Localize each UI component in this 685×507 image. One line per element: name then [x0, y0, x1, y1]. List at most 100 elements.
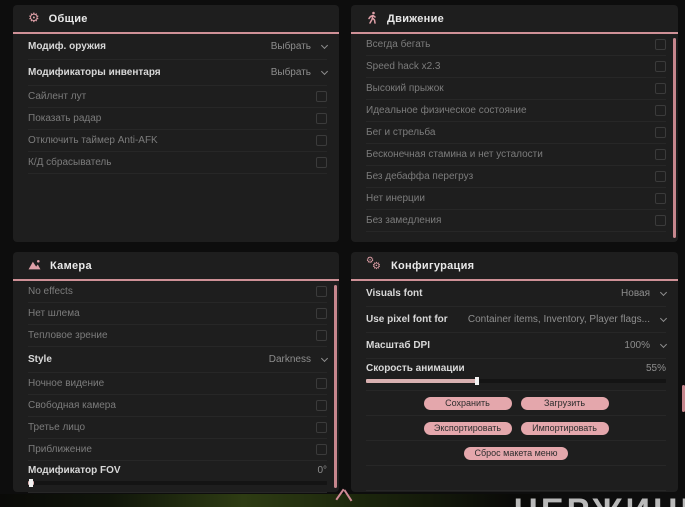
mod-menu-screen: ЧЕРЖИНЕ ⚙ Общие Модиф. оружия Выбрать Мо…: [0, 0, 685, 507]
checkbox-no-helmet[interactable]: [316, 308, 327, 319]
setting-row: Сайлент лут: [28, 86, 327, 108]
setting-label: Сайлент лут: [28, 91, 87, 102]
slider-handle[interactable]: [29, 479, 33, 487]
setting-label: Идеальное физическое состояние: [366, 105, 527, 116]
checkbox-silent-loot[interactable]: [316, 91, 327, 102]
dropdown-dpi-scale[interactable]: 100%: [624, 340, 668, 351]
checkbox-free-camera[interactable]: [316, 400, 327, 411]
chevron-down-icon: [659, 340, 668, 349]
load-button[interactable]: Загрузить: [520, 396, 609, 410]
setting-label: Высокий прыжок: [366, 83, 444, 94]
reset-menu-layout-button[interactable]: Сброс макета меню: [464, 446, 568, 460]
setting-row: Без замедления: [366, 210, 666, 232]
setting-row: Speed hack x2.3: [366, 56, 666, 78]
setting-row: Style Darkness: [28, 347, 329, 373]
checkbox-zoom[interactable]: [316, 444, 327, 455]
setting-label: Нет инерции: [366, 193, 425, 204]
panel-movement: Движение Всегда бегать Speed hack x2.3 В…: [351, 5, 678, 242]
setting-label: Модификаторы инвентаря: [28, 67, 161, 78]
chevron-down-icon: [320, 41, 329, 50]
setting-row: Тепловое зрение: [28, 325, 327, 347]
setting-row: Модификатор FOV 0°: [28, 461, 327, 493]
checkbox-speed-hack[interactable]: [655, 61, 666, 72]
slider-animation-speed[interactable]: [366, 377, 666, 385]
checkbox-high-jump[interactable]: [655, 83, 666, 94]
setting-label: Третье лицо: [28, 422, 86, 433]
setting-row: Скорость анимации 55%: [366, 359, 666, 391]
setting-label: Ночное видение: [28, 378, 105, 389]
gear-icon: ⚙: [28, 11, 40, 26]
dropdown-value: Darkness: [268, 354, 311, 365]
slider-handle[interactable]: [475, 377, 479, 385]
panel-config-header[interactable]: ⚙ ⚙ Конфигурация: [351, 252, 678, 281]
setting-label: Масштаб DPI: [366, 340, 430, 351]
chevron-down-icon: [320, 67, 329, 76]
chevron-down-icon: [659, 314, 668, 323]
setting-row: No effects: [28, 281, 327, 303]
setting-row: Нет инерции: [366, 188, 666, 210]
dropdown-value: Container items, Inventory, Player flags…: [467, 314, 650, 325]
checkbox-infinite-stamina[interactable]: [655, 149, 666, 160]
setting-label: Бесконечная стамина и нет усталости: [366, 149, 543, 160]
panel-config: ⚙ ⚙ Конфигурация Visuals font Новая Use …: [351, 252, 678, 492]
camera-scrollbar[interactable]: [334, 285, 337, 488]
panel-movement-rows: Всегда бегать Speed hack x2.3 Высокий пр…: [351, 34, 678, 232]
import-button[interactable]: Импортировать: [520, 421, 609, 435]
setting-label: Нет шлема: [28, 308, 80, 319]
checkbox-third-person[interactable]: [316, 422, 327, 433]
checkbox-night-vision[interactable]: [316, 378, 327, 389]
panel-general: ⚙ Общие Модиф. оружия Выбрать Модификато…: [13, 5, 339, 242]
setting-label: Style: [28, 354, 52, 365]
panel-title: Камера: [50, 259, 92, 272]
setting-row: Ночное видение: [28, 373, 327, 395]
setting-row: Высокий прыжок: [366, 78, 666, 100]
setting-row: Отключить таймер Anti-AFK: [28, 130, 327, 152]
game-background-strip: [0, 494, 540, 507]
button-row: Сброс макета меню: [366, 441, 666, 466]
setting-row: Показать радар: [28, 108, 327, 130]
checkbox-no-inertia[interactable]: [655, 193, 666, 204]
dropdown-inventory-mods[interactable]: Выбрать: [271, 67, 329, 78]
checkbox-run-and-shoot[interactable]: [655, 127, 666, 138]
checkbox-always-run[interactable]: [655, 39, 666, 50]
checkbox-no-slowdown[interactable]: [655, 215, 666, 226]
panel-config-rows: Visuals font Новая Use pixel font for Co…: [351, 281, 678, 491]
setting-label: Свободная камера: [28, 400, 116, 411]
checkbox-cooldown-resetter[interactable]: [316, 157, 327, 168]
setting-row: Третье лицо: [28, 417, 327, 439]
setting-label: Отключить таймер Anti-AFK: [28, 135, 158, 146]
dropdown-visuals-font[interactable]: Новая: [621, 288, 668, 299]
setting-row: Модификаторы инвентаря Выбрать: [28, 60, 329, 86]
setting-label: Без замедления: [366, 215, 442, 226]
checkbox-perfect-condition[interactable]: [655, 105, 666, 116]
setting-row: Без дебаффа перегруз: [366, 166, 666, 188]
save-button[interactable]: Сохранить: [423, 396, 512, 410]
checkbox-show-radar[interactable]: [316, 113, 327, 124]
gears-icon: ⚙ ⚙: [366, 256, 381, 272]
setting-label: Модиф. оружия: [28, 41, 106, 52]
setting-label: Бег и стрельба: [366, 127, 436, 138]
panel-general-header[interactable]: ⚙ Общие: [13, 5, 339, 34]
export-button[interactable]: Экспортировать: [423, 421, 512, 435]
dropdown-style[interactable]: Darkness: [268, 354, 329, 365]
setting-label: Use pixel font for: [366, 314, 448, 325]
panel-title: Движение: [387, 12, 445, 25]
setting-label: Без дебаффа перегруз: [366, 171, 474, 182]
panel-camera-header[interactable]: Камера: [13, 252, 339, 281]
setting-row: Модиф. оружия Выбрать: [28, 34, 329, 60]
setting-label: Visuals font: [366, 288, 423, 299]
setting-label: Показать радар: [28, 113, 102, 124]
slider-fill: [366, 379, 477, 383]
setting-label: Скорость анимации: [366, 363, 465, 374]
dropdown-weapon-mods[interactable]: Выбрать: [271, 41, 329, 52]
movement-scrollbar[interactable]: [673, 38, 676, 238]
checkbox-disable-antiafk-timer[interactable]: [316, 135, 327, 146]
checkbox-no-overload-debuff[interactable]: [655, 171, 666, 182]
slider-fov[interactable]: [28, 479, 327, 487]
setting-row: К/Д сбрасыватель: [28, 152, 327, 174]
setting-row: Свободная камера: [28, 395, 327, 417]
checkbox-no-effects[interactable]: [316, 286, 327, 297]
panel-movement-header[interactable]: Движение: [351, 5, 678, 34]
checkbox-thermal-vision[interactable]: [316, 330, 327, 341]
dropdown-pixel-font-scope[interactable]: Container items, Inventory, Player flags…: [467, 314, 668, 325]
